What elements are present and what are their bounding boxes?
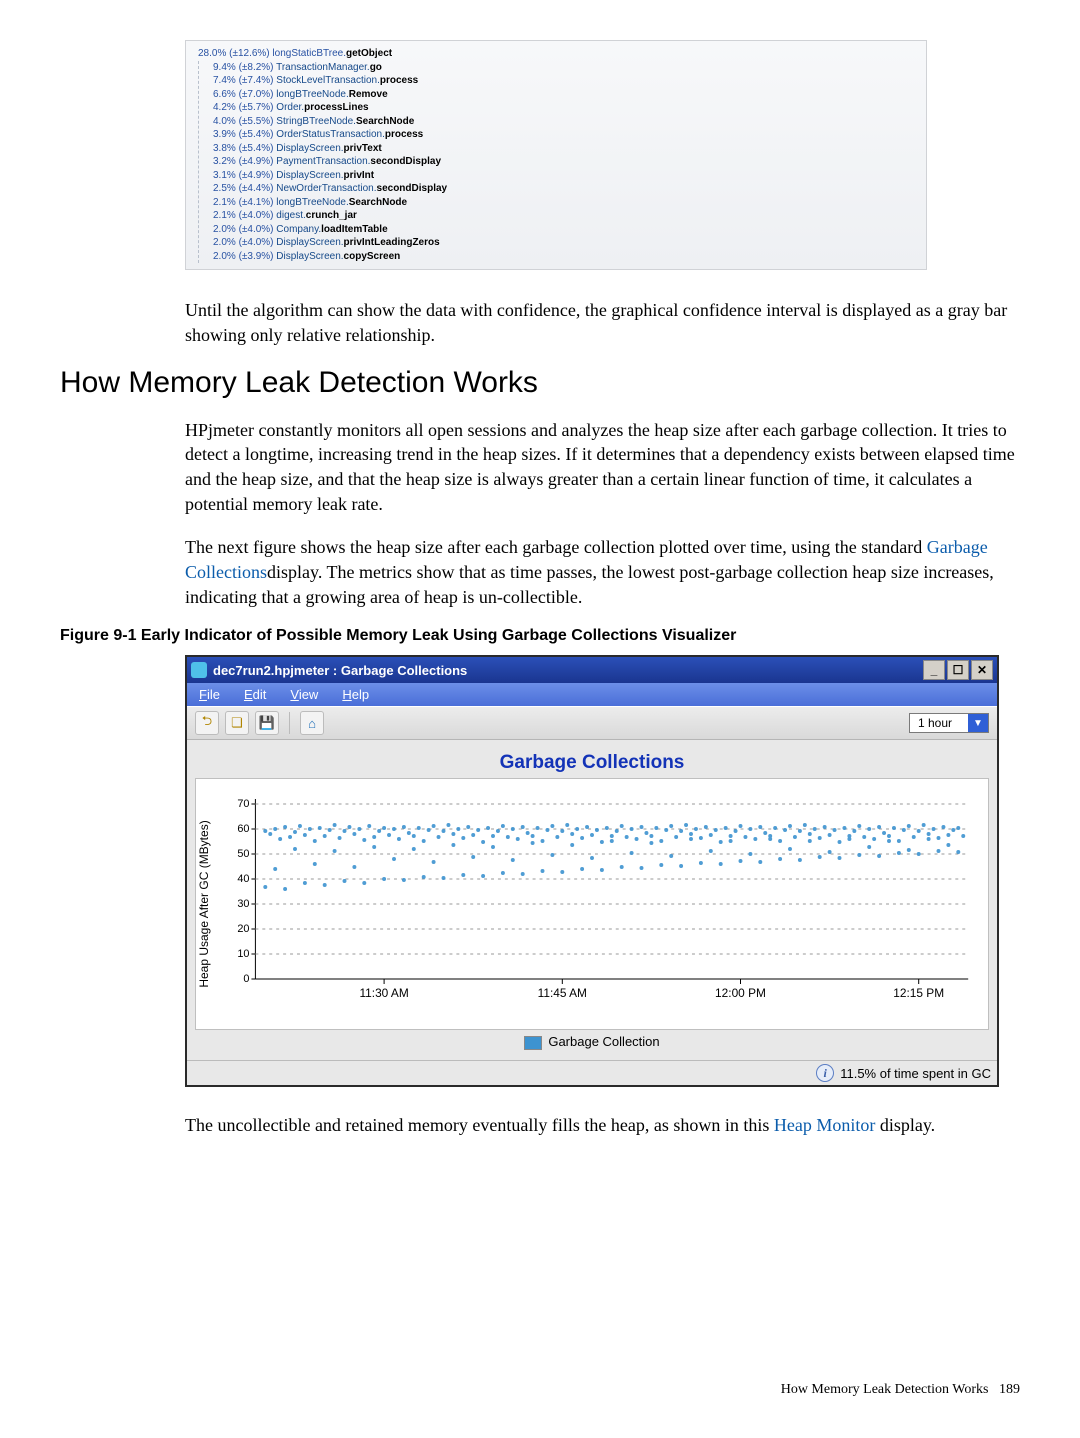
- chart-area: Heap Usage After GC (MBytes) 0 10 20 30 …: [195, 778, 989, 1030]
- menubar: File Edit View Help: [187, 683, 997, 706]
- figure-caption: Figure 9-1 Early Indicator of Possible M…: [60, 627, 1020, 645]
- tree-item[interactable]: 2.5% (±4.4%) NewOrderTransaction.secondD…: [213, 182, 918, 196]
- menu-help[interactable]: Help: [342, 687, 369, 702]
- svg-text:12:00 PM: 12:00 PM: [715, 986, 766, 1000]
- profiler-tree: 28.0% (±12.6%) longStaticBTree.getObject…: [185, 40, 927, 270]
- tree-item[interactable]: 4.0% (±5.5%) StringBTreeNode.SearchNode: [213, 115, 918, 129]
- home-icon[interactable]: ⌂: [300, 711, 324, 735]
- tree-item[interactable]: 2.1% (±4.0%) digest.crunch_jar: [213, 209, 918, 223]
- titlebar: dec7run2.hpjmeter : Garbage Collections …: [187, 657, 997, 683]
- paragraph: The next figure shows the heap size afte…: [185, 535, 1020, 609]
- window-title: dec7run2.hpjmeter : Garbage Collections: [213, 663, 467, 678]
- tree-item[interactable]: 3.1% (±4.9%) DisplayScreen.privInt: [213, 169, 918, 183]
- tree-item[interactable]: 2.1% (±4.1%) longBTreeNode.SearchNode: [213, 196, 918, 210]
- tree-item[interactable]: 2.0% (±3.9%) DisplayScreen.copyScreen: [213, 250, 918, 264]
- back-icon[interactable]: ⮌: [195, 711, 219, 735]
- toolbar-divider: [289, 712, 290, 734]
- menu-file[interactable]: File: [199, 687, 220, 702]
- tree-item[interactable]: 9.4% (±8.2%) TransactionManager.go: [213, 61, 918, 75]
- chart-title: Garbage Collections: [191, 744, 993, 778]
- svg-text:60: 60: [237, 823, 249, 835]
- svg-text:50: 50: [237, 848, 249, 860]
- link-heap-monitor[interactable]: Heap Monitor: [774, 1115, 875, 1135]
- menu-edit[interactable]: Edit: [244, 687, 266, 702]
- svg-text:11:45 AM: 11:45 AM: [538, 986, 587, 1000]
- tree-item[interactable]: 2.0% (±4.0%) DisplayScreen.privIntLeadin…: [213, 236, 918, 250]
- info-icon: i: [816, 1064, 834, 1082]
- tree-item[interactable]: 2.0% (±4.0%) Company.loadItemTable: [213, 223, 918, 237]
- tree-item[interactable]: 3.9% (±5.4%) OrderStatusTransaction.proc…: [213, 128, 918, 142]
- tree-item[interactable]: 3.8% (±5.4%) DisplayScreen.privText: [213, 142, 918, 156]
- paragraph: HPjmeter constantly monitors all open se…: [185, 418, 1020, 517]
- paragraph: The uncollectible and retained memory ev…: [185, 1113, 1020, 1138]
- tree-root-row[interactable]: 28.0% (±12.6%) longStaticBTree.getObject: [198, 47, 918, 61]
- tree-item[interactable]: 4.2% (±5.7%) Order.processLines: [213, 101, 918, 115]
- paragraph: Until the algorithm can show the data wi…: [185, 298, 1020, 348]
- svg-text:40: 40: [237, 873, 249, 885]
- save-icon[interactable]: 💾: [255, 711, 279, 735]
- windows-icon[interactable]: ❏: [225, 711, 249, 735]
- toolbar: ⮌ ❏ 💾 ⌂ 1 hour ▼: [187, 706, 997, 740]
- status-bar: i 11.5% of time spent in GC: [187, 1060, 997, 1085]
- status-text: 11.5% of time spent in GC: [840, 1066, 991, 1081]
- svg-text:10: 10: [237, 948, 249, 960]
- app-icon: [191, 662, 207, 678]
- window: dec7run2.hpjmeter : Garbage Collections …: [185, 655, 999, 1087]
- legend-swatch: [524, 1036, 542, 1050]
- svg-text:70: 70: [237, 798, 249, 810]
- tree-item[interactable]: 3.2% (±4.9%) PaymentTransaction.secondDi…: [213, 155, 918, 169]
- svg-text:30: 30: [237, 898, 249, 910]
- svg-text:12:15 PM: 12:15 PM: [893, 986, 944, 1000]
- page-footer: How Memory Leak Detection Works 189: [781, 1382, 1020, 1398]
- svg-text:Heap Usage After GC (MBytes): Heap Usage After GC (MBytes): [197, 821, 211, 988]
- svg-text:11:30 AM: 11:30 AM: [359, 986, 408, 1000]
- svg-text:20: 20: [237, 923, 249, 935]
- minimize-button[interactable]: _: [923, 660, 945, 680]
- tree-item[interactable]: 6.6% (±7.0%) longBTreeNode.Remove: [213, 88, 918, 102]
- chevron-down-icon: ▼: [968, 714, 988, 732]
- section-heading: How Memory Leak Detection Works: [60, 366, 1020, 400]
- svg-text:0: 0: [243, 973, 249, 985]
- menu-view[interactable]: View: [290, 687, 318, 702]
- tree-item[interactable]: 7.4% (±7.4%) StockLevelTransaction.proce…: [213, 74, 918, 88]
- chart-legend: Garbage Collection: [191, 1030, 993, 1056]
- close-button[interactable]: ✕: [971, 660, 993, 680]
- maximize-button[interactable]: ☐: [947, 660, 969, 680]
- time-range-select[interactable]: 1 hour ▼: [909, 713, 989, 733]
